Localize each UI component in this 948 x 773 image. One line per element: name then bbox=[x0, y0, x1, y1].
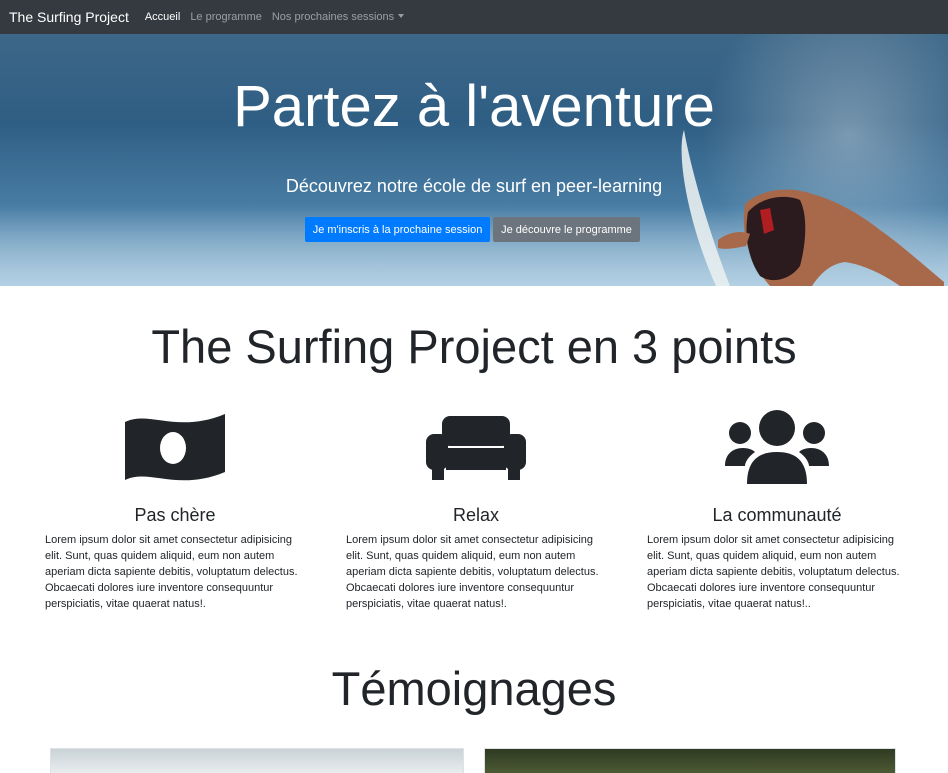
feature-text-relax: Lorem ipsum dolor sit amet consectetur a… bbox=[346, 534, 599, 610]
hero-subtitle: Découvrez notre école de surf en peer-le… bbox=[285, 176, 663, 196]
feature-title-community: La communauté bbox=[712, 505, 842, 525]
feature-text-price: Lorem ipsum dolor sit amet consectetur a… bbox=[45, 534, 298, 610]
feature-title-relax: Relax bbox=[452, 505, 500, 525]
nav-dropdown-sessions[interactable]: Nos prochaines sessions bbox=[271, 11, 405, 23]
signup-button[interactable]: Je m'inscris à la prochaine session bbox=[305, 217, 490, 242]
users-icon bbox=[725, 410, 829, 484]
couch-icon bbox=[426, 416, 526, 480]
feature-column-relax: Relax Lorem ipsum dolor sit amet consect… bbox=[346, 408, 606, 612]
feature-title-price: Pas chère bbox=[134, 505, 216, 525]
feature-column-price: Pas chère Lorem ipsum dolor sit amet con… bbox=[45, 408, 305, 612]
nav-dropdown-label: Nos prochaines sessions bbox=[271, 11, 395, 23]
testimonials-section-title: Témoignages bbox=[331, 662, 617, 715]
testimonial-card-image bbox=[50, 748, 464, 773]
testimonial-card-image bbox=[484, 748, 896, 773]
feature-column-community: La communauté Lorem ipsum dolor sit amet… bbox=[647, 408, 907, 612]
nav-link-programme[interactable]: Le programme bbox=[190, 11, 262, 23]
hero-banner: Partez à l'aventure Découvrez notre écol… bbox=[0, 34, 948, 286]
money-bill-icon bbox=[125, 414, 225, 481]
nav-link-accueil[interactable]: Accueil bbox=[145, 11, 180, 23]
points-section-title: The Surfing Project en 3 points bbox=[151, 320, 797, 373]
hero-title: Partez à l'aventure bbox=[233, 74, 715, 139]
feature-text-community: Lorem ipsum dolor sit amet consectetur a… bbox=[647, 534, 900, 610]
program-button[interactable]: Je découvre le programme bbox=[493, 217, 640, 242]
caret-down-icon bbox=[398, 14, 405, 18]
brand-link[interactable]: The Surfing Project bbox=[9, 9, 129, 25]
navbar: The Surfing Project Accueil Le programme… bbox=[0, 0, 948, 34]
